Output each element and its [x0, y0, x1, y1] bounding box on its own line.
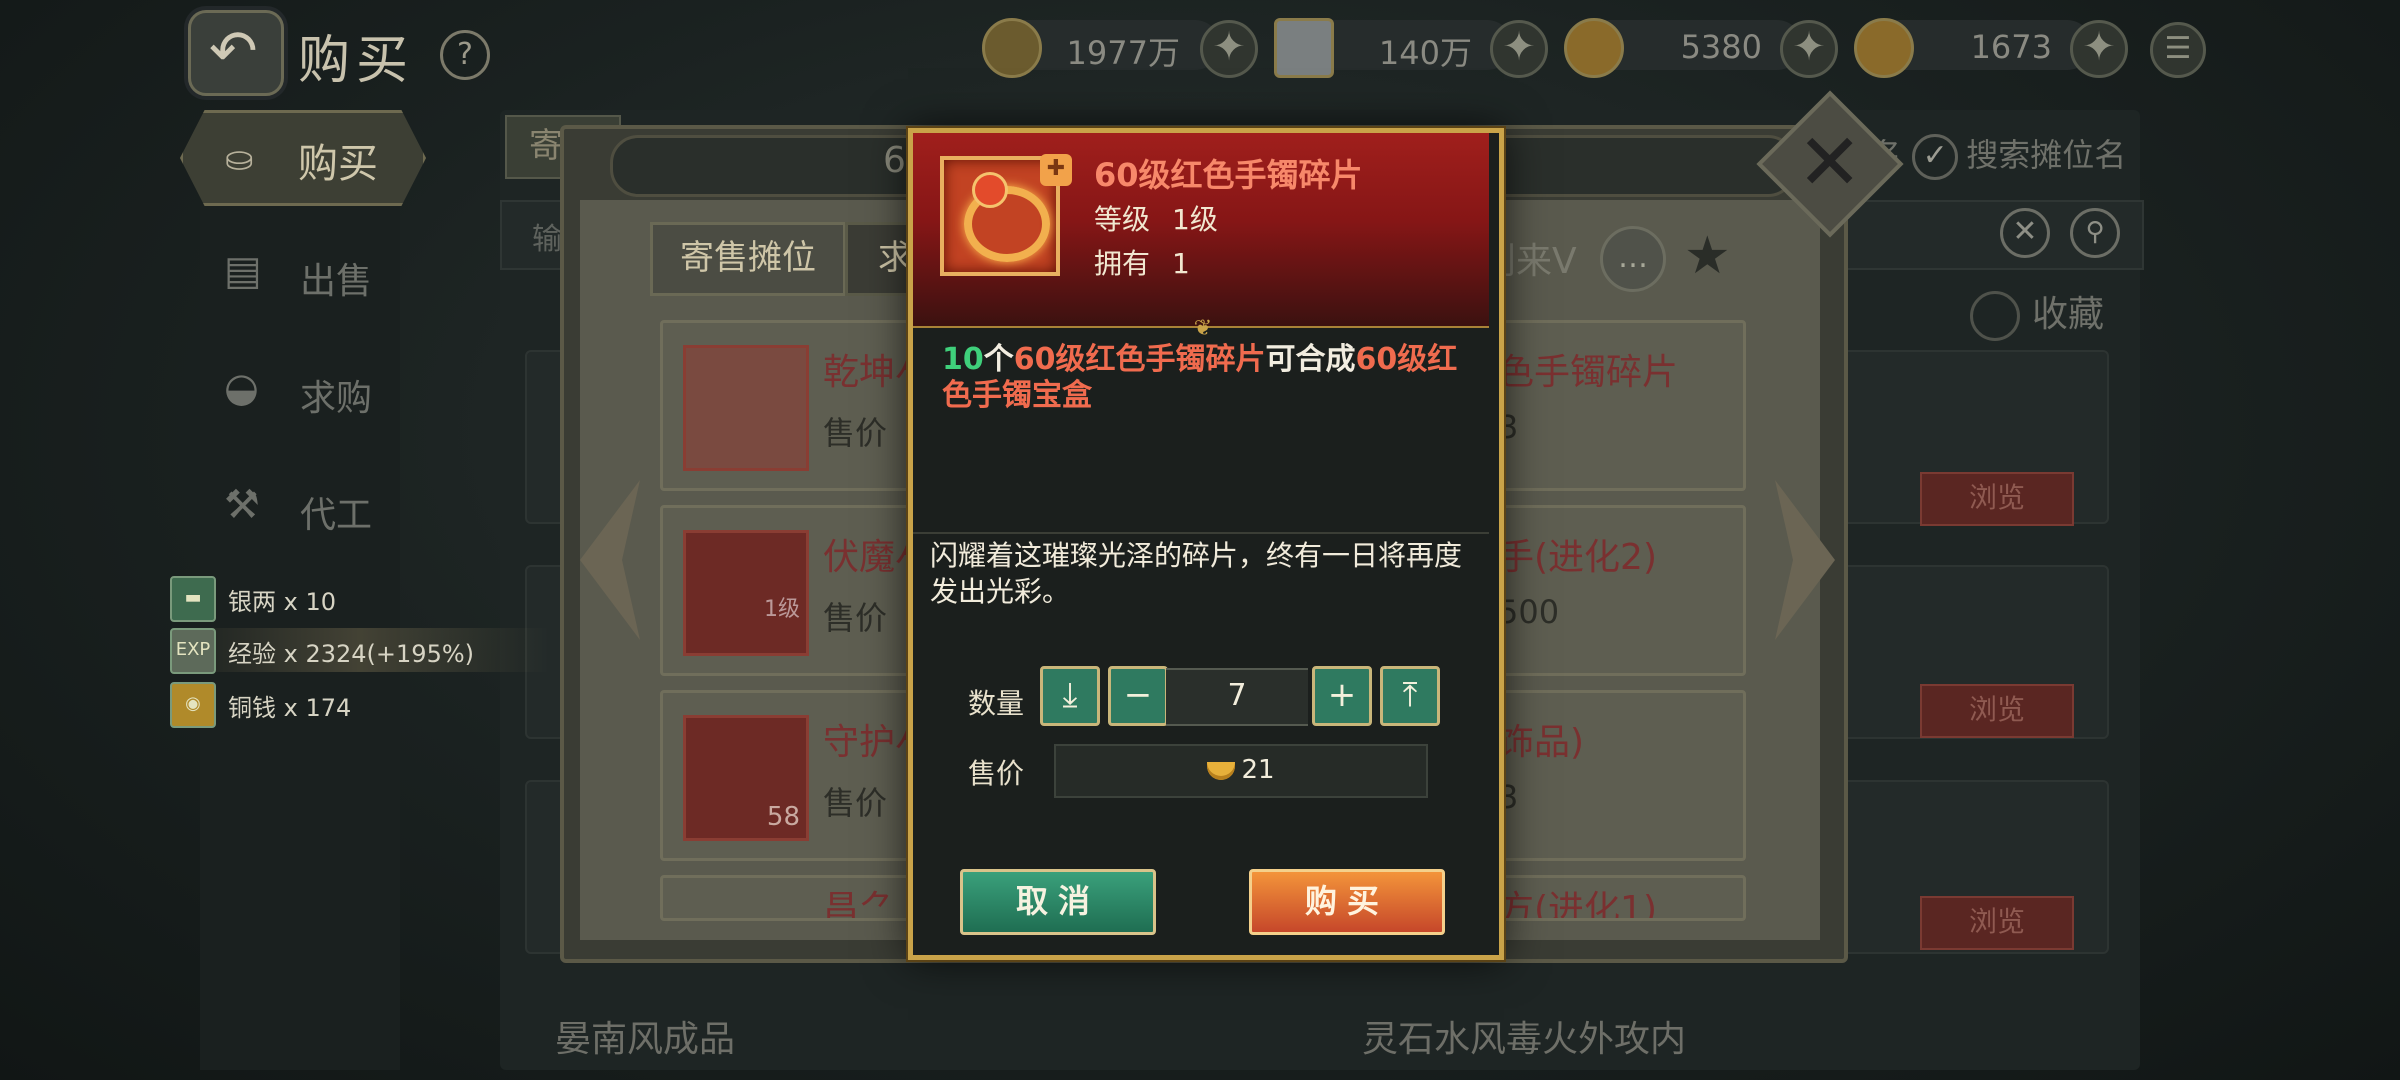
gold-ingot-icon [1854, 18, 1914, 78]
item-name: 60级红色手镯碎片 [1094, 156, 1363, 194]
item-owned: 拥有 1 [1094, 247, 1190, 280]
currency-gold-bound: 1673 [1854, 18, 2092, 78]
price-value: 21 [1054, 744, 1428, 798]
puzzle-icon: ✚ [1040, 154, 1072, 186]
item-thumb [683, 345, 809, 471]
anvil-icon: ⚒ [224, 482, 260, 528]
browse-button[interactable]: 浏览 [1920, 896, 2074, 950]
bottom-item-left: 晏南风成品 [555, 1019, 736, 1060]
reward-exp: EXP 经验 x 2324(+195%) [170, 628, 550, 674]
menu-button[interactable]: ☰ [2150, 22, 2206, 78]
bottom-item-right: 灵石水风毒火外攻内 [1362, 1019, 1687, 1060]
exp-icon: EXP [170, 628, 216, 674]
currency-silver: 140万 [1274, 18, 1512, 78]
reward-copper: ◉ 铜钱 x 174 [170, 682, 570, 728]
gold-ingot-icon [1564, 18, 1624, 78]
add-silver-button[interactable]: ✦ [1490, 20, 1548, 78]
item-level: 等级 1级 [1094, 203, 1218, 236]
item-description: 闪耀着这璀璨光泽的碎片，终有一日将再度发出光彩。 [930, 539, 1463, 608]
bracelet-fragment-icon: ✚ [940, 154, 1072, 276]
ingot-icon: ⛀ [225, 139, 254, 179]
copper-coin-icon [982, 18, 1042, 78]
help-button[interactable]: ? [440, 30, 490, 80]
gold-ingot-icon [1207, 761, 1236, 780]
reward-silver: ▬ 银两 x 10 [170, 576, 570, 622]
browse-button[interactable]: 浏览 [1920, 684, 2074, 738]
add-gold-bound-button[interactable]: ✦ [2070, 20, 2128, 78]
add-copper-button[interactable]: ✦ [1200, 20, 1258, 78]
favorite-toggle[interactable]: 收藏 [1970, 285, 2104, 341]
nav-item-buy[interactable]: ⛀ 购买 [180, 110, 426, 206]
favorite-star-icon[interactable]: ★ [1684, 226, 1731, 286]
search-options[interactable]: 名 ✓搜索摊位名 [1870, 130, 2126, 180]
price-label: 售价 [968, 757, 1025, 790]
check-icon[interactable]: ✓ [1912, 134, 1959, 180]
nav-item-request[interactable]: ◒ 求购 [220, 355, 390, 425]
combine-info: 10个60级红色手镯碎片可合成60级红色手镯宝盒 [942, 342, 1458, 413]
page-title: 购买 [298, 31, 415, 91]
nav-item-craft[interactable]: ⚒ 代工 [220, 472, 390, 542]
item-thumb: 58 [683, 715, 809, 841]
quantity-increase-button[interactable]: + [1312, 666, 1372, 726]
nav-item-sell[interactable]: ▤ 出售 [220, 238, 390, 308]
coin-icon: ◉ [170, 682, 216, 728]
divider [913, 532, 1489, 534]
currency-gold: 5380 [1564, 18, 1802, 78]
search-icon[interactable]: ⚲ [2070, 208, 2120, 258]
add-gold-button[interactable]: ✦ [1780, 20, 1838, 78]
item-thumb: 1级 [683, 530, 809, 656]
close-icon[interactable]: ✕ [1797, 118, 1862, 208]
quantity-max-button[interactable]: ⤒ [1380, 666, 1440, 726]
radio-icon [1970, 291, 2020, 341]
cancel-button[interactable]: 取消 [960, 869, 1156, 935]
quantity-label: 数量 [968, 687, 1025, 720]
bowl-icon: ◒ [224, 365, 259, 411]
quantity-decrease-button[interactable]: − [1108, 666, 1168, 726]
stall-icon: ▤ [224, 248, 262, 294]
quantity-input[interactable]: 7 [1166, 668, 1308, 726]
silver-icon: ▬ [170, 576, 216, 622]
divider-ornament: ❦ [1193, 316, 1213, 341]
silver-bar-icon [1274, 18, 1334, 78]
buy-button[interactable]: 购买 [1249, 869, 1445, 935]
back-button[interactable] [188, 10, 284, 96]
chat-icon[interactable]: … [1600, 226, 1666, 292]
tab-consign-stall[interactable]: 寄售摊位 [650, 222, 846, 296]
currency-copper: 1977万 [982, 18, 1220, 78]
clear-icon[interactable]: ✕ [2000, 208, 2050, 258]
quantity-min-button[interactable]: ⤓ [1040, 666, 1100, 726]
browse-button[interactable]: 浏览 [1920, 472, 2074, 526]
